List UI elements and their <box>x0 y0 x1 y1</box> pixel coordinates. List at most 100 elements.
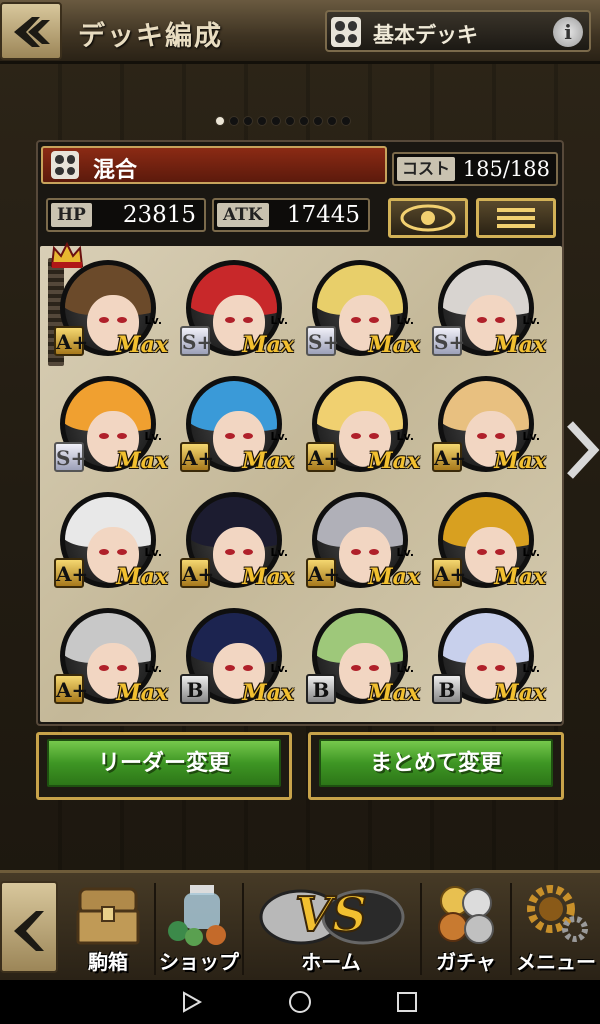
deck-edit-screen: デッキ編成 基本デッキ i 混合 コスト 185/188 HP 23815 AT… <box>0 0 600 1024</box>
character-eye <box>243 317 253 323</box>
back-button[interactable] <box>0 2 62 60</box>
deck-card[interactable]: A+ Lv. Max <box>48 596 170 710</box>
list-icon <box>497 208 535 228</box>
nav-shop[interactable]: ショップ <box>156 875 242 979</box>
rank-badge: A+ <box>54 674 88 704</box>
deck-card[interactable]: B Lv. Max <box>300 596 422 710</box>
rank-badge: A+ <box>432 442 466 472</box>
level-label: Lv. <box>396 430 414 443</box>
rank-badge: A+ <box>54 558 88 588</box>
level-label: Lv. <box>270 430 288 443</box>
character-eye <box>351 665 361 671</box>
system-back-icon[interactable] <box>183 991 203 1013</box>
page-dot[interactable] <box>313 116 323 126</box>
deck-card[interactable]: A+ Lv. Max <box>48 241 170 366</box>
deck-panel: 混合 コスト 185/188 HP 23815 ATK 17445 A+ Lv.… <box>36 140 564 726</box>
level-label: Lv. <box>270 546 288 559</box>
rank-badge: S+ <box>54 442 87 472</box>
leader-change-button[interactable]: リーダー変更 <box>36 732 292 800</box>
deck-card[interactable]: A+ Lv. Max <box>426 480 548 594</box>
chevron-right-icon <box>567 421 600 479</box>
character-eye <box>351 549 361 555</box>
system-recents-icon[interactable] <box>397 992 417 1012</box>
cost-display: コスト 185/188 <box>392 152 558 186</box>
vs-logo: VS <box>295 887 367 943</box>
bulk-change-button[interactable]: まとめて変更 <box>308 732 564 800</box>
deck-card[interactable]: S+ Lv. Max <box>300 248 422 362</box>
character-eye <box>477 317 487 323</box>
deck-card[interactable]: S+ Lv. Max <box>426 248 548 362</box>
next-page-arrow[interactable] <box>564 420 600 480</box>
level-label: Lv. <box>144 546 162 559</box>
level-label: Lv. <box>270 314 288 327</box>
level-label: Lv. <box>396 546 414 559</box>
deck-card[interactable]: S+ Lv. Max <box>174 248 296 362</box>
level-label: Lv. <box>270 662 288 675</box>
nav-home[interactable]: VS ホーム <box>244 875 418 979</box>
deck-card[interactable]: B Lv. Max <box>426 596 548 710</box>
deck-card[interactable]: A+ Lv. Max <box>174 364 296 478</box>
system-navigation-bar <box>0 980 600 1024</box>
info-icon[interactable]: i <box>553 17 583 47</box>
character-eye <box>243 433 253 439</box>
deck-select-button[interactable]: 基本デッキ i <box>325 10 591 52</box>
level-label: Lv. <box>144 430 162 443</box>
deck-card[interactable]: A+ Lv. Max <box>426 364 548 478</box>
nav-home-label: ホーム <box>301 950 361 974</box>
eye-icon <box>400 204 456 232</box>
character-eye <box>117 665 127 671</box>
page-dot[interactable] <box>327 116 337 126</box>
back-arrow-icon <box>14 911 44 951</box>
character-eye <box>117 549 127 555</box>
hp-display: HP 23815 <box>46 198 206 232</box>
character-eye <box>369 665 379 671</box>
view-toggle-button[interactable] <box>388 198 468 238</box>
page-dot[interactable] <box>285 116 295 126</box>
level-label: Lv. <box>144 314 162 327</box>
character-eye <box>369 433 379 439</box>
page-dot[interactable] <box>271 116 281 126</box>
character-eye <box>351 317 361 323</box>
deck-card[interactable]: B Lv. Max <box>174 596 296 710</box>
nav-menu-label: メニュー <box>516 950 596 974</box>
nav-box[interactable]: 駒箱 <box>62 875 154 979</box>
character-eye <box>351 433 361 439</box>
deck-card[interactable]: S+ Lv. Max <box>48 364 170 478</box>
card-grid: A+ Lv. Max S+ Lv. Max S+ Lv. Max S+ Lv. Max S+ Lv. Max… <box>40 241 562 722</box>
page-dot[interactable] <box>229 116 239 126</box>
level-max: Max <box>116 332 168 358</box>
character-eye <box>99 317 109 323</box>
character-eye <box>99 433 109 439</box>
character-eye <box>495 433 505 439</box>
gear-icon <box>527 885 588 942</box>
page-dot[interactable] <box>215 116 225 126</box>
level-max: Max <box>242 564 294 590</box>
coins-icon <box>438 886 494 944</box>
sort-menu-button[interactable] <box>476 198 556 238</box>
level-max: Max <box>494 680 546 706</box>
character-eye <box>225 665 235 671</box>
character-eye <box>225 317 235 323</box>
level-max: Max <box>242 332 294 358</box>
type-grid-icon <box>51 151 79 179</box>
level-label: Lv. <box>522 430 540 443</box>
atk-value: 17445 <box>286 202 360 228</box>
page-dot[interactable] <box>243 116 253 126</box>
hp-value: 23815 <box>122 202 196 228</box>
nav-gacha[interactable]: ガチャ <box>422 875 510 979</box>
deck-card[interactable]: A+ Lv. Max <box>48 480 170 594</box>
level-max: Max <box>116 448 168 474</box>
nav-menu[interactable]: メニュー <box>512 875 600 979</box>
page-dot[interactable] <box>257 116 267 126</box>
nav-back-button[interactable] <box>0 881 58 973</box>
rank-badge: A+ <box>180 442 214 472</box>
system-home-icon[interactable] <box>289 991 311 1013</box>
page-dot[interactable] <box>299 116 309 126</box>
deck-card[interactable]: A+ Lv. Max <box>174 480 296 594</box>
level-label: Lv. <box>144 662 162 675</box>
rank-badge: B <box>306 674 336 704</box>
deck-card[interactable]: A+ Lv. Max <box>300 364 422 478</box>
character-eye <box>243 549 253 555</box>
page-dot[interactable] <box>341 116 351 126</box>
deck-card[interactable]: A+ Lv. Max <box>300 480 422 594</box>
